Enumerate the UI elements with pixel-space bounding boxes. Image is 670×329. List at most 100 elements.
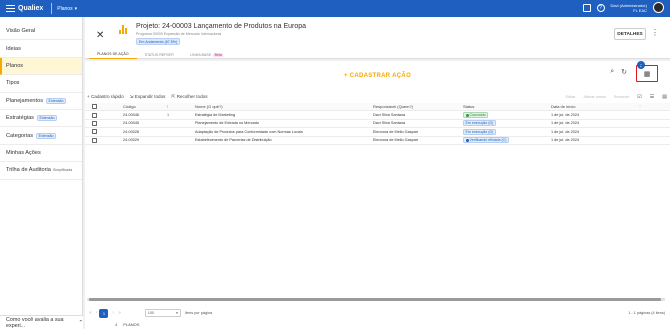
status-badge: Verificando eficácia (C) — [463, 137, 509, 144]
row-checkbox[interactable] — [85, 112, 104, 118]
per-page-select[interactable]: 100 ▾ — [144, 309, 181, 317]
cell-code: 24-00028 — [123, 129, 140, 134]
prev-page-icon[interactable]: ‹ — [96, 310, 98, 316]
tab-planos-de-acao[interactable]: PLANOS DE AÇÃO — [89, 50, 137, 59]
quick-add-button[interactable]: + Cadastro rápido — [87, 94, 124, 99]
scrollbar-thumb[interactable] — [89, 298, 661, 301]
program-subtitle[interactable]: Programa 00009 Expansão de Mercado Inter… — [136, 32, 221, 36]
search-icon[interactable]: ⌕ — [610, 68, 614, 76]
toolbar-right: Editar Alterar vários Remover ☑ ☰ ▤ — [566, 94, 667, 100]
next-page-icon[interactable]: › — [112, 310, 114, 316]
sidebar-item-label: Minhas Ações — [6, 149, 41, 156]
avatar[interactable] — [653, 2, 664, 13]
grid-view-button[interactable]: ▦ — [636, 65, 658, 82]
help-icon[interactable]: ? — [596, 3, 605, 12]
col-icon[interactable]: ⫶ — [160, 104, 192, 109]
sidebar-item-ideias[interactable]: Ideias — [0, 40, 82, 58]
more-options-icon[interactable]: ⋮ — [651, 28, 659, 37]
app-logo[interactable]: Qualiex — [6, 5, 43, 12]
menu-icon[interactable] — [6, 5, 15, 12]
cell-code: 24-00046 — [123, 113, 140, 118]
column-menu-icon[interactable]: ⋮ — [638, 104, 650, 109]
table-header: Código ⫶ Nome (O quê?) Responsável (Quem… — [85, 103, 670, 112]
col-code[interactable]: Código — [104, 104, 160, 109]
add-action-button[interactable]: + CADASTRAR AÇÃO — [344, 73, 411, 79]
sidebar-item-visao-geral[interactable]: Visão Geral — [0, 23, 82, 41]
sidebar-item-minhas-acoes[interactable]: Minhas Ações — [0, 145, 82, 163]
sidebar-item-trilha-auditoria[interactable]: Trilha de Auditoria Simplificada — [0, 162, 82, 180]
user-name: Davi (Administrador) — [610, 2, 647, 8]
sidebar-item-label: Estratégias — [6, 115, 34, 122]
rating-prompt[interactable]: Como você avalia a sua experi... ⌃ — [0, 315, 83, 329]
pagination: « ‹ 1 › » 100 ▾ Itens por página 1 - 1 pá… — [85, 306, 670, 320]
col-who[interactable]: Responsável (Quem?) — [370, 104, 460, 109]
add-action-bar: + CADASTRAR AÇÃO ⌕ ↻ — [85, 66, 670, 86]
collapse-all-label: Recolher todos — [176, 93, 208, 99]
chevron-up-icon[interactable]: ⌃ — [78, 320, 83, 326]
col-status[interactable]: Status — [460, 104, 548, 109]
sidebar-item-planejamentos[interactable]: Planejamentos Extensão — [0, 93, 82, 110]
cell-date: 1 de jul. de 2024 — [551, 113, 580, 118]
details-button[interactable]: DETALHES — [614, 28, 646, 40]
table-row[interactable]: 24-00029 Estabelecimento de Parcerias de… — [85, 137, 670, 145]
tab-label: PLANOS DE AÇÃO — [97, 52, 129, 56]
close-icon[interactable]: ✕ — [96, 30, 104, 41]
cell-who: Eleonora de Mello Gaspari — [373, 138, 418, 143]
status-badge: Em execução (D) — [463, 128, 496, 135]
chevron-down-icon: ▾ — [176, 311, 178, 315]
sidebar-item-tipos[interactable]: Tipos — [0, 75, 82, 93]
compact-view-icon[interactable]: ▤ — [662, 94, 667, 100]
select-all-checkbox[interactable] — [85, 104, 104, 110]
sidebar-item-label: Planos — [6, 62, 24, 69]
sidebar-item-estrategias[interactable]: Estratégias Extensão — [0, 110, 82, 128]
cell-icon: 1 — [160, 113, 192, 117]
edit-button[interactable]: Editar — [566, 95, 576, 99]
table-row[interactable]: 24-00045 Planejamento de Entrada no Merc… — [85, 120, 670, 129]
cell-status: Em execução (D) — [460, 120, 548, 127]
module-selector[interactable]: Planos ▾ — [57, 6, 77, 12]
change-bulk-button[interactable]: Alterar vários — [584, 95, 606, 99]
beta-badge: Beta — [213, 52, 224, 57]
status-badge: Em execução (D) — [463, 120, 496, 127]
remove-button[interactable]: Remover — [614, 95, 629, 99]
table-row[interactable]: 24-00028 Adaptação de Produtos para Conf… — [85, 128, 670, 137]
sidebar-item-label: Ideias — [6, 45, 21, 52]
row-checkbox[interactable] — [85, 120, 104, 126]
per-page-label: Itens por página — [184, 311, 213, 315]
last-page-icon[interactable]: » — [118, 310, 121, 316]
status-label: Verificando eficácia (C) — [469, 138, 507, 143]
sidebar-item-planos[interactable]: Planos — [0, 57, 82, 76]
current-page[interactable]: 1 — [99, 308, 109, 318]
col-date[interactable]: Data de início — [548, 104, 638, 109]
sidebar-item-categorias[interactable]: Categorias Extensão — [0, 127, 82, 145]
sidebar-item-label: Planejamentos — [6, 97, 44, 104]
chevron-down-icon: ▾ — [74, 5, 78, 12]
extension-badge: Extensão — [36, 115, 57, 122]
collapse-all-button[interactable]: ⇱ Recolher todos — [171, 94, 207, 100]
simplified-label: Simplificada — [52, 168, 73, 173]
row-checkbox[interactable] — [85, 137, 104, 143]
checklist-icon[interactable]: ☑ — [637, 94, 641, 100]
user-org: FL EAC — [633, 7, 647, 13]
grid-icon: ▦ — [643, 70, 651, 78]
horizontal-scrollbar[interactable] — [87, 298, 665, 301]
tab-status-report[interactable]: STATUS REPORT — [137, 50, 183, 59]
list-view-icon[interactable]: ☰ — [650, 94, 654, 100]
table-row[interactable]: 24-00046 1 Estratégia de Marketing Davi … — [85, 111, 670, 120]
first-page-icon[interactable]: « — [89, 310, 92, 316]
refresh-icon[interactable]: ↻ — [621, 68, 627, 76]
cell-status: Concluído — [460, 112, 548, 119]
bottom-tab[interactable]: 4 PLANOS — [115, 320, 139, 329]
tab-label: LINHA BASE — [190, 52, 212, 57]
top-bar: Qualiex Planos ▾ ? Davi (Administrador) … — [0, 0, 670, 17]
status-badge: Em Andamento (67.5%) — [136, 38, 181, 45]
user-info[interactable]: Davi (Administrador) FL EAC — [611, 3, 647, 13]
expand-all-button[interactable]: ⇲ Expandir todos — [130, 94, 166, 100]
tab-label: STATUS REPORT — [144, 52, 175, 57]
col-what[interactable]: Nome (O quê?) — [192, 104, 370, 109]
tab-linha-base[interactable]: LINHA BASE Beta — [182, 50, 231, 59]
notifications-icon[interactable] — [582, 3, 591, 12]
row-checkbox[interactable] — [85, 129, 104, 135]
page-info: 1 - 1 páginas (4 itens) — [628, 311, 665, 315]
status-label: Em execução (D) — [465, 129, 494, 134]
